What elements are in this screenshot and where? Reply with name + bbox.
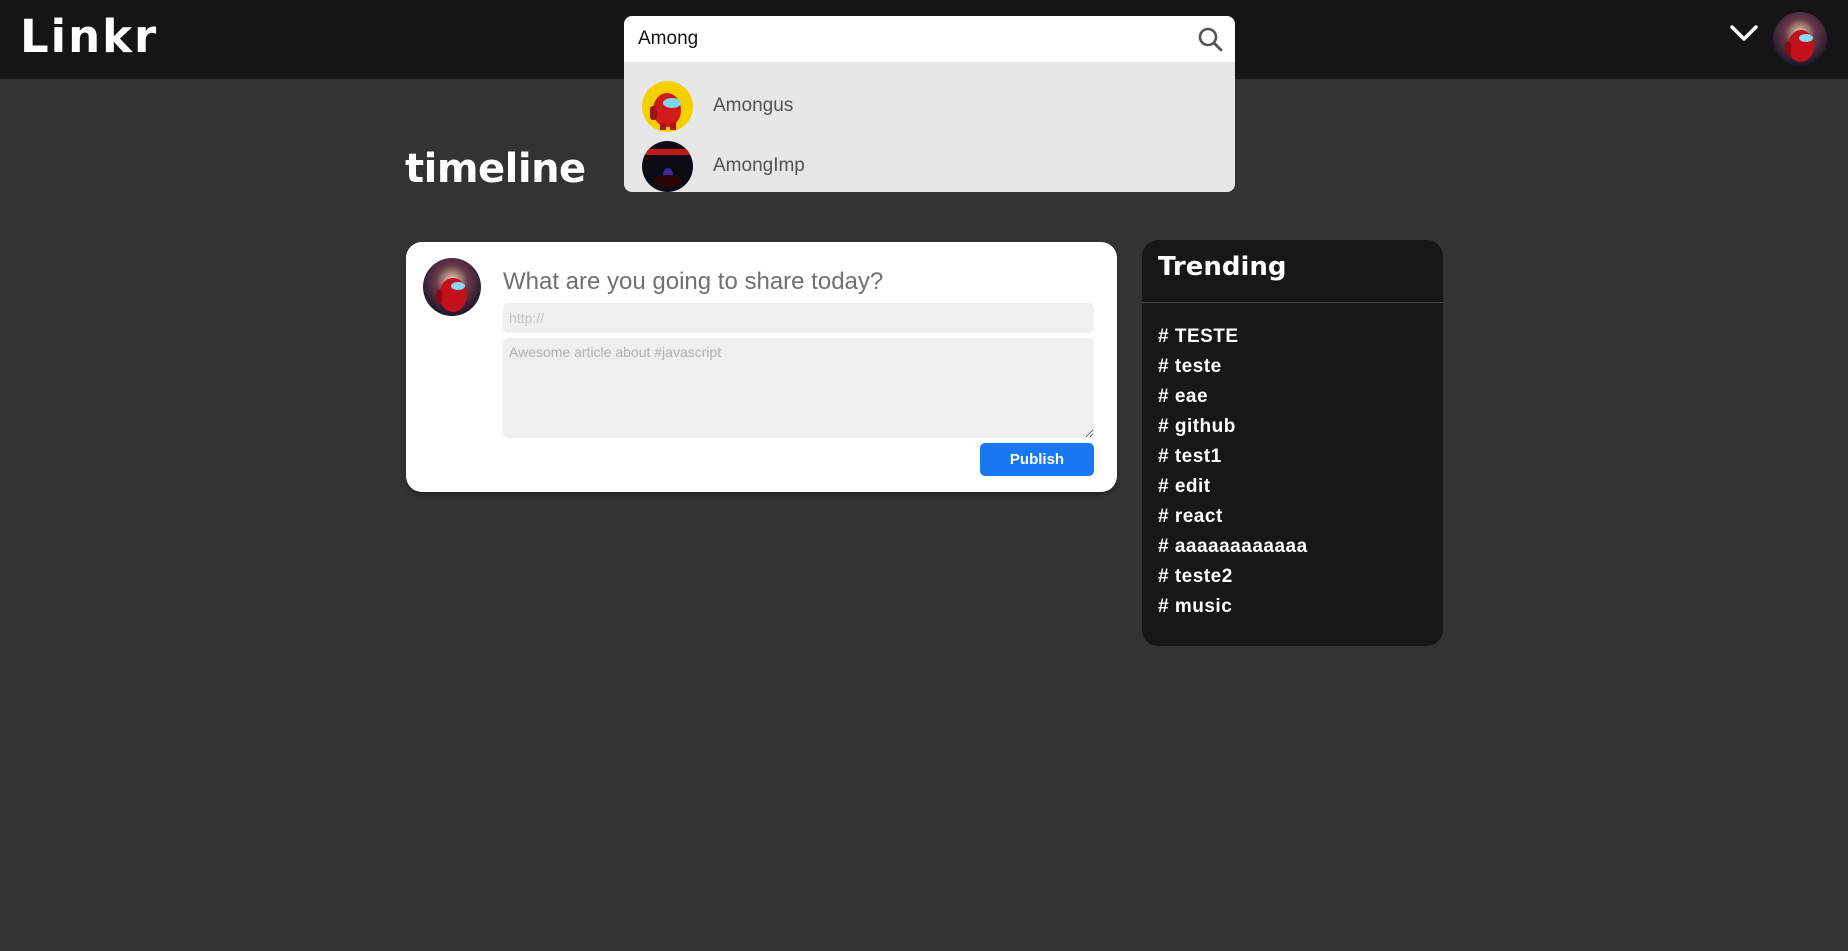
search-results-dropdown: Amongus AmongImp (624, 62, 1235, 192)
hashtag-item[interactable]: # react (1158, 506, 1308, 536)
hashtag-item[interactable]: # teste (1158, 356, 1308, 386)
chevron-down-icon[interactable] (1728, 22, 1760, 44)
hashtag-item[interactable]: # github (1158, 416, 1308, 446)
app-logo[interactable]: Linkr (20, 10, 158, 63)
trending-panel: Trending # TESTE # teste # eae # github … (1142, 240, 1443, 646)
search-result-item[interactable]: Amongus (624, 76, 1235, 136)
page-title: timeline (405, 146, 586, 192)
search-result-item[interactable]: AmongImp (624, 136, 1235, 196)
search-result-name: Amongus (713, 95, 794, 116)
divider (1142, 302, 1443, 303)
user-avatar[interactable] (1773, 12, 1827, 66)
search-icon[interactable] (1197, 26, 1223, 52)
hashtag-item[interactable]: # eae (1158, 386, 1308, 416)
hashtag-item[interactable]: # TESTE (1158, 326, 1308, 356)
hashtag-item[interactable]: # aaaaaaaaaaaa (1158, 536, 1308, 566)
composer-prompt: What are you going to share today? (503, 268, 884, 295)
avatar (423, 258, 481, 316)
description-input[interactable] (503, 338, 1094, 438)
avatar (642, 140, 693, 192)
search-container: Amongus AmongImp (624, 16, 1235, 192)
trending-title: Trending (1158, 252, 1287, 282)
publish-post-card: What are you going to share today? Publi… (406, 242, 1117, 492)
hashtag-item[interactable]: # test1 (1158, 446, 1308, 476)
avatar (642, 80, 693, 132)
search-input[interactable] (638, 24, 1178, 54)
hashtag-item[interactable]: # teste2 (1158, 566, 1308, 596)
hashtag-item[interactable]: # music (1158, 596, 1308, 626)
search-box (624, 16, 1235, 62)
hashtag-list: # TESTE # teste # eae # github # test1 #… (1158, 326, 1308, 626)
hashtag-item[interactable]: # edit (1158, 476, 1308, 506)
publish-button[interactable]: Publish (980, 443, 1094, 476)
search-result-name: AmongImp (713, 155, 805, 176)
top-bar: Linkr Among Amongus AmongImp (0, 0, 1848, 192)
url-input[interactable] (503, 303, 1094, 333)
